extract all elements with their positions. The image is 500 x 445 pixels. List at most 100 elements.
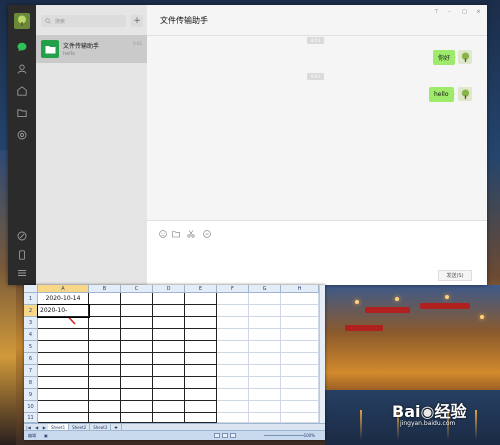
spreadsheet-cell[interactable] [217,353,249,365]
column-header[interactable]: D [153,285,185,293]
emoji-icon[interactable] [158,229,167,238]
send-file-icon[interactable] [171,229,180,238]
spreadsheet-cell[interactable] [89,305,121,317]
spreadsheet-cell[interactable] [121,353,153,365]
column-header[interactable]: F [217,285,249,293]
page-break-view-button[interactable] [230,433,236,438]
prev-sheet-icon[interactable]: ◀ [35,425,38,430]
moments-icon[interactable] [16,129,28,141]
add-chat-button[interactable]: + [131,15,143,27]
column-header[interactable]: H [281,285,319,293]
spreadsheet-cell[interactable] [281,329,319,341]
spreadsheet-cell[interactable] [281,353,319,365]
spreadsheet-cell[interactable] [89,341,121,353]
spreadsheet-cell[interactable] [153,341,185,353]
screenshot-icon[interactable] [186,229,195,238]
spreadsheet-cell[interactable] [185,413,217,423]
macro-record-icon[interactable]: ▣ [44,433,48,438]
spreadsheet-cell[interactable] [217,293,249,305]
row-header[interactable]: 7 [24,365,38,377]
spreadsheet-cell[interactable] [249,341,281,353]
spreadsheet-cell[interactable] [185,401,217,413]
phone-icon[interactable] [16,249,28,261]
my-avatar[interactable] [458,87,472,101]
spreadsheet-cell[interactable] [217,389,249,401]
spreadsheet-cell[interactable] [121,401,153,413]
spreadsheet-cell[interactable] [153,329,185,341]
message-bubble[interactable]: 你好 [433,50,457,65]
row-header[interactable]: 3 [24,317,38,329]
row-header[interactable]: 1 [24,293,38,305]
zoom-slider[interactable] [264,435,304,436]
mini-program-icon[interactable] [16,230,28,242]
spreadsheet-cell[interactable] [121,341,153,353]
column-header[interactable]: B [89,285,121,293]
spreadsheet-cell[interactable] [38,329,89,341]
cell-a1[interactable]: 2020-10-14 [38,293,89,305]
spreadsheet-cell[interactable] [153,305,185,317]
spreadsheet-cell[interactable] [185,377,217,389]
spreadsheet-cell[interactable] [89,353,121,365]
spreadsheet-cell[interactable] [217,341,249,353]
column-header[interactable]: A [38,285,89,293]
spreadsheet-cell[interactable] [217,401,249,413]
column-header[interactable]: E [185,285,217,293]
spreadsheet-cell[interactable] [281,413,319,423]
spreadsheet-cell[interactable] [249,377,281,389]
spreadsheet-cell[interactable] [121,317,153,329]
spreadsheet-cell[interactable] [153,389,185,401]
page-layout-view-button[interactable] [222,433,228,438]
row-header[interactable]: 4 [24,329,38,341]
spreadsheet-cell[interactable] [281,389,319,401]
spreadsheet-cell[interactable] [185,317,217,329]
spreadsheet-cell[interactable] [38,341,89,353]
spreadsheet-cell[interactable] [38,365,89,377]
search-input[interactable]: 搜索 [41,15,126,27]
send-button[interactable]: 发送(S) [438,270,472,281]
spreadsheet-cell[interactable] [217,317,249,329]
spreadsheet-cell[interactable] [249,353,281,365]
close-button[interactable]: × [474,8,483,16]
spreadsheet-cell[interactable] [249,389,281,401]
column-header[interactable]: C [121,285,153,293]
menu-icon[interactable] [16,267,28,279]
user-avatar[interactable] [14,13,30,29]
spreadsheet-cell[interactable] [89,317,121,329]
select-all-corner[interactable] [24,285,38,293]
spreadsheet-cell[interactable] [153,365,185,377]
spreadsheet-cell[interactable] [281,401,319,413]
spreadsheet-cell[interactable] [185,305,217,317]
contacts-icon[interactable] [16,63,28,75]
row-header[interactable]: 8 [24,377,38,389]
spreadsheet-cell[interactable] [153,377,185,389]
spreadsheet-cell[interactable] [89,365,121,377]
row-header[interactable]: 11 [24,413,38,423]
spreadsheet-cell[interactable] [281,317,319,329]
spreadsheet-cell[interactable] [153,317,185,329]
normal-view-button[interactable] [214,433,220,438]
favorites-icon[interactable] [16,85,28,97]
spreadsheet-cell[interactable] [89,389,121,401]
spreadsheet-cell[interactable] [249,365,281,377]
spreadsheet-cell[interactable] [185,389,217,401]
spreadsheet-cell[interactable] [38,389,89,401]
spreadsheet-cell[interactable] [249,305,281,317]
spreadsheet-cell[interactable] [185,329,217,341]
spreadsheet-cell[interactable] [217,329,249,341]
spreadsheet-cell[interactable] [185,341,217,353]
spreadsheet-cell[interactable] [121,329,153,341]
spreadsheet-cell[interactable] [121,365,153,377]
spreadsheet-cell[interactable] [281,341,319,353]
chat-history-icon[interactable] [202,229,211,238]
spreadsheet-cell[interactable] [89,413,121,423]
spreadsheet-cell[interactable] [281,365,319,377]
spreadsheet-cell[interactable] [249,413,281,423]
row-header[interactable]: 10 [24,401,38,413]
my-avatar[interactable] [458,50,472,64]
chat-icon[interactable] [16,41,28,53]
spreadsheet-cell[interactable] [38,377,89,389]
spreadsheet-cell[interactable] [38,401,89,413]
spreadsheet-cell[interactable] [217,365,249,377]
spreadsheet-cell[interactable] [217,413,249,423]
spreadsheet-cell[interactable] [121,389,153,401]
